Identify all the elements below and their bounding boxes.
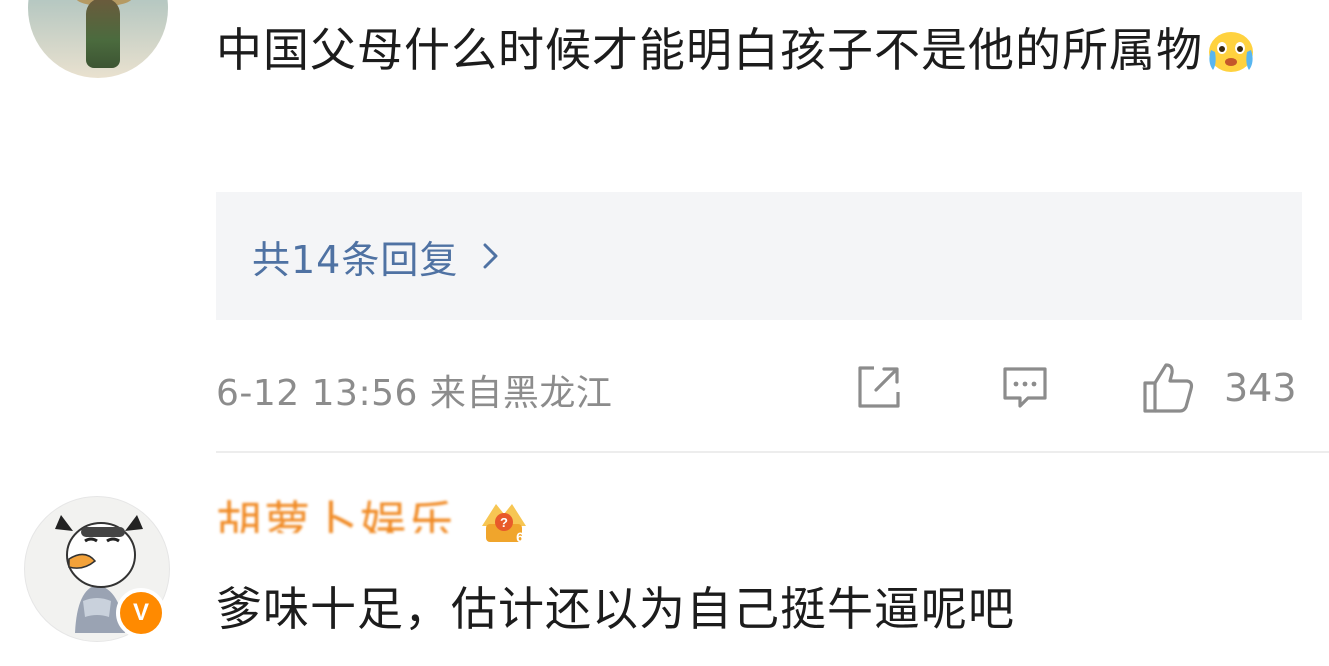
comment-text: 中国父母什么时候才能明白孩子不是他的所属物 — [216, 12, 1316, 88]
chevron-right-icon — [483, 243, 498, 269]
thumbs-up-icon — [1143, 363, 1194, 413]
level-badge-icon: ? 6 — [482, 504, 526, 545]
view-replies-link[interactable]: 共14条回复 — [252, 229, 502, 284]
timestamp-location: 6-12 13:56 来自黑龙江 — [216, 373, 613, 414]
share-icon[interactable] — [852, 360, 906, 414]
replies-panel[interactable]: 共14条回复 — [216, 192, 1302, 320]
verified-badge: V — [116, 588, 166, 638]
level-number: 6 — [516, 529, 524, 545]
divider — [216, 451, 1329, 453]
like-button[interactable]: 343 — [1140, 356, 1297, 420]
svg-text:?: ? — [500, 515, 508, 530]
like-count: 343 — [1224, 366, 1297, 410]
username[interactable]: 胡萝卜娱乐 — [216, 497, 456, 533]
comment-icon[interactable] — [998, 360, 1052, 414]
crying-face-emoji-icon — [1209, 32, 1253, 72]
avatar[interactable] — [28, 0, 168, 78]
comment-text: 爹味十足，估计还以为自己挺牛逼呢吧 — [216, 582, 1015, 636]
avatar-figure — [86, 0, 120, 68]
comment-meta-row: 6-12 13:56 来自黑龙江 343 — [216, 356, 1306, 420]
view-replies-label: 共14条回复 — [252, 237, 459, 282]
comment-body: 中国父母什么时候才能明白孩子不是他的所属物 — [216, 23, 1203, 77]
